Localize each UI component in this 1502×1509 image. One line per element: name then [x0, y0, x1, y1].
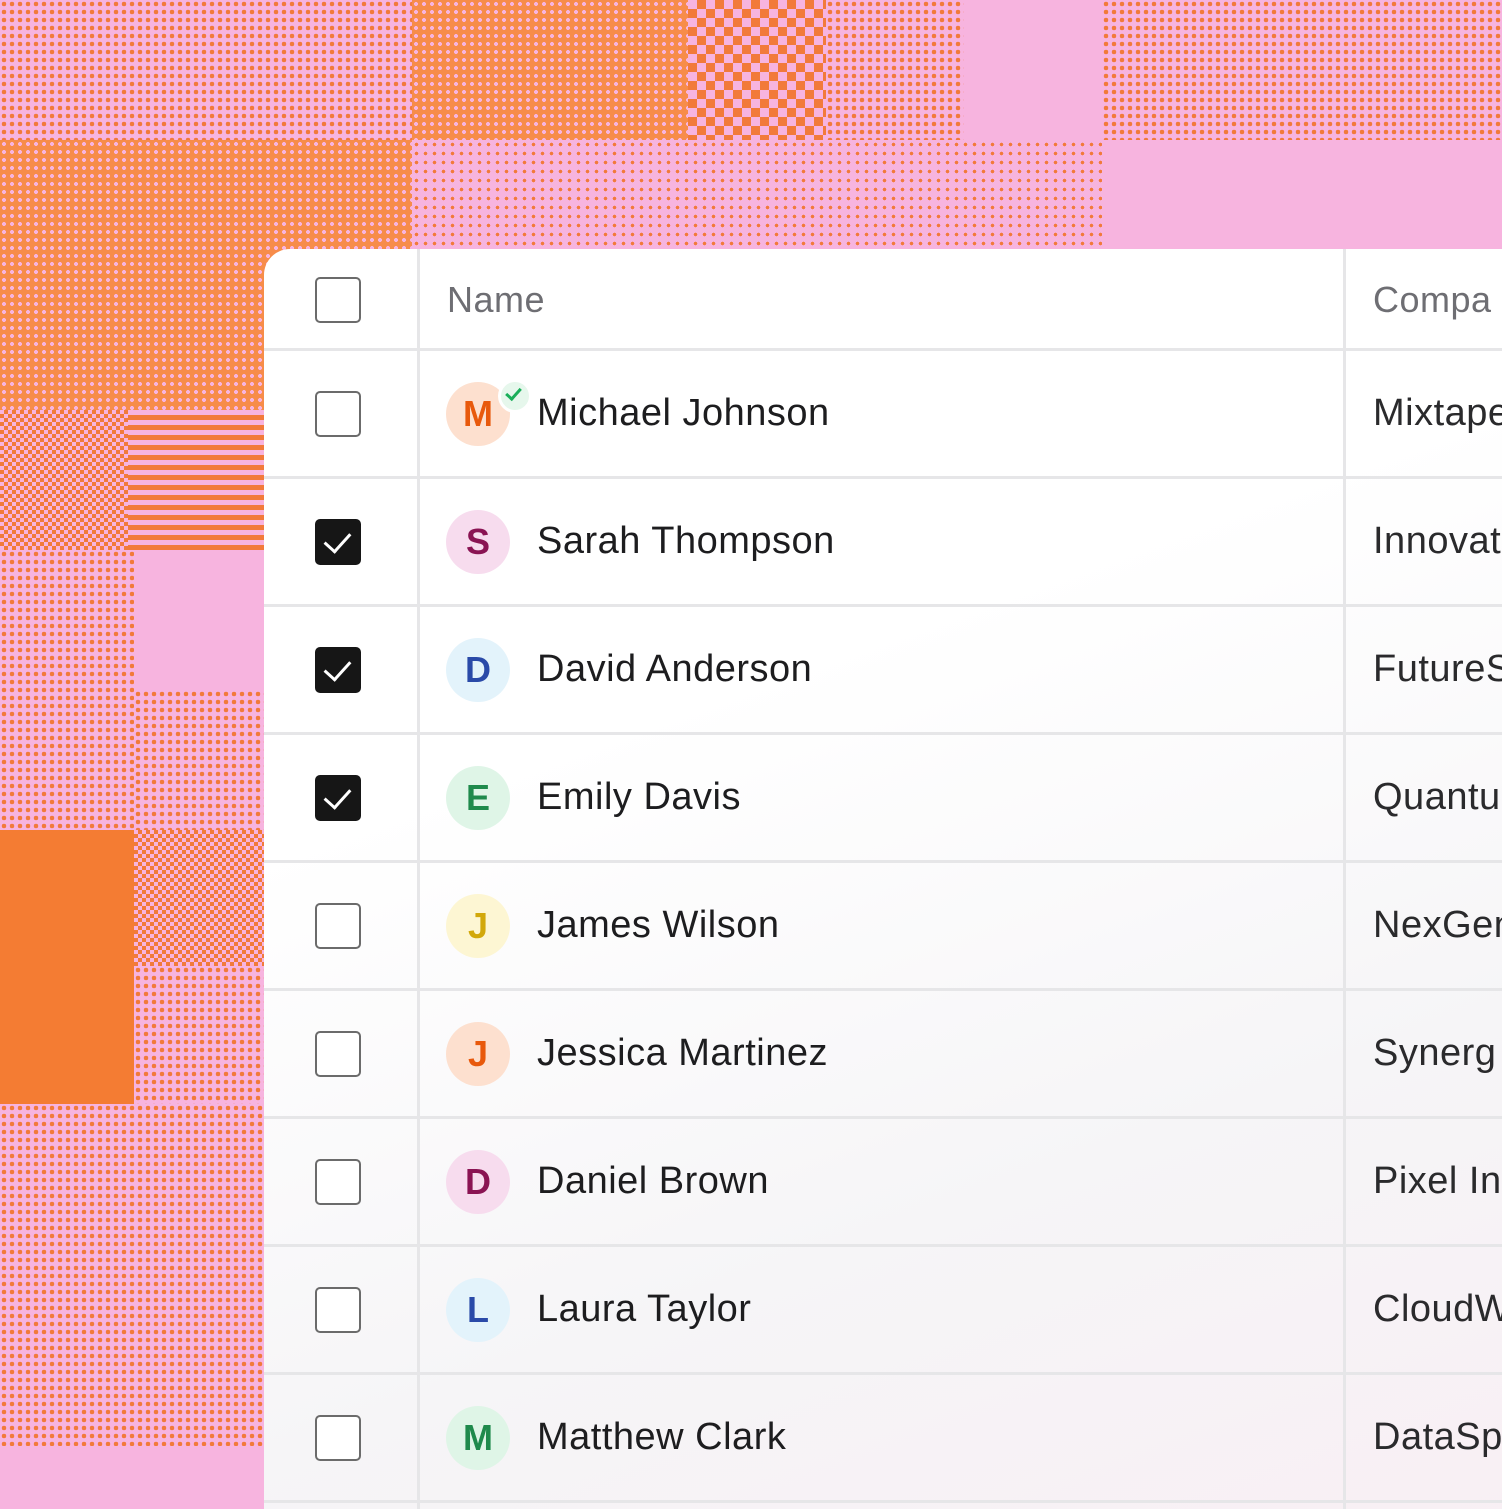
select-all-checkbox[interactable] — [315, 277, 361, 323]
row-checkbox[interactable] — [315, 903, 361, 949]
table-row[interactable]: D Daniel Brown Pixel In — [264, 1119, 1502, 1247]
avatar: E — [446, 766, 510, 830]
avatar: J — [446, 1022, 510, 1086]
table-header: Name Compa — [264, 249, 1502, 351]
contact-company: NexGen — [1373, 904, 1502, 946]
avatar: D — [446, 638, 510, 702]
row-checkbox[interactable] — [315, 1415, 361, 1461]
contact-company: Synerg — [1373, 1032, 1497, 1074]
contact-name[interactable]: Emily Davis — [537, 776, 741, 819]
contact-company: Mixtape — [1373, 392, 1502, 434]
contact-name[interactable]: Matthew Clark — [537, 1416, 786, 1459]
contact-name[interactable]: Daniel Brown — [537, 1160, 769, 1203]
row-checkbox[interactable] — [315, 647, 361, 693]
column-header-company[interactable]: Compa — [1373, 279, 1492, 321]
row-checkbox[interactable] — [315, 1159, 361, 1205]
avatar: L — [446, 1278, 510, 1342]
row-checkbox[interactable] — [315, 1287, 361, 1333]
avatar: J — [446, 894, 510, 958]
row-checkbox[interactable] — [315, 391, 361, 437]
contact-company: Pixel In — [1373, 1160, 1502, 1202]
table-row[interactable]: M Michael Johnson Mixtape — [264, 351, 1502, 479]
contact-name[interactable]: David Anderson — [537, 648, 812, 691]
contact-company: Innovat — [1373, 520, 1502, 562]
row-checkbox[interactable] — [315, 519, 361, 565]
avatar: S — [446, 510, 510, 574]
table-row[interactable]: L Laura Taylor CloudW — [264, 1247, 1502, 1375]
contacts-table: Name Compa M Michael Johnson Mixtape S Sarah… — [264, 249, 1502, 1509]
table-row[interactable]: J James Wilson NexGen — [264, 863, 1502, 991]
contact-name[interactable]: Sarah Thompson — [537, 520, 835, 563]
contact-company: CloudW — [1373, 1288, 1502, 1330]
contact-name[interactable]: Laura Taylor — [537, 1288, 751, 1331]
contact-company: DataSp — [1373, 1416, 1502, 1458]
table-row[interactable]: M Matthew Clark DataSp — [264, 1375, 1502, 1503]
table-row[interactable]: S Sarah Thompson Innovat — [264, 479, 1502, 607]
table-row[interactable]: E Emily Davis Quantu — [264, 735, 1502, 863]
row-checkbox[interactable] — [315, 775, 361, 821]
column-header-name[interactable]: Name — [447, 279, 545, 321]
contact-company: Quantu — [1373, 776, 1501, 818]
contact-name[interactable]: Jessica Martinez — [537, 1032, 828, 1075]
row-checkbox[interactable] — [315, 1031, 361, 1077]
avatar: D — [446, 1150, 510, 1214]
verified-check-icon — [498, 379, 532, 413]
contact-name[interactable]: Michael Johnson — [537, 392, 830, 435]
table-row[interactable]: D David Anderson FutureS — [264, 607, 1502, 735]
contact-name[interactable]: James Wilson — [537, 904, 780, 947]
contact-company: FutureS — [1373, 648, 1502, 690]
avatar: M — [446, 1406, 510, 1470]
table-row[interactable]: J Jessica Martinez Synerg — [264, 991, 1502, 1119]
